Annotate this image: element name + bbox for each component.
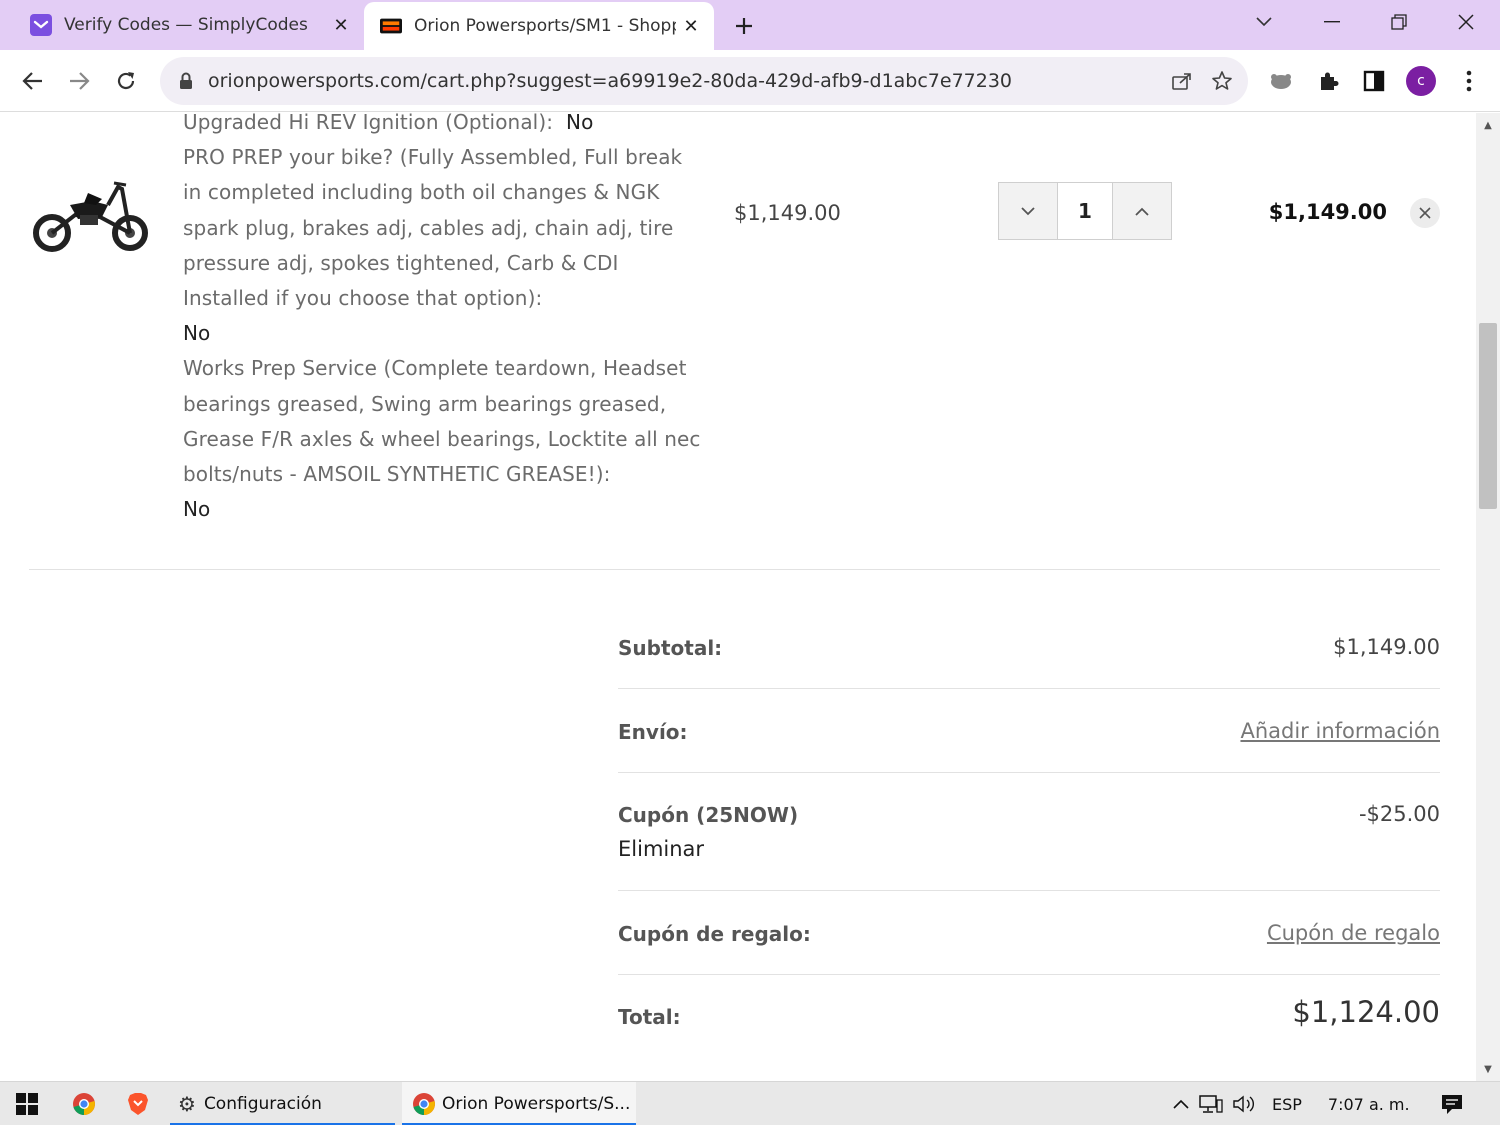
address-bar[interactable]: orionpowersports.com/cart.php?suggest=a6… [160, 57, 1248, 105]
tab-simplycodes[interactable]: Verify Codes — SimplyCodes ✕ [14, 0, 364, 50]
forward-arrow-icon[interactable] [60, 62, 98, 100]
remove-coupon-link[interactable]: Eliminar [618, 837, 704, 861]
menu-kebab-icon[interactable] [1450, 62, 1488, 100]
browser-toolbar: orionpowersports.com/cart.php?suggest=a6… [0, 50, 1500, 112]
divider [29, 569, 1440, 570]
option-works-prep: Works Prep Service (Complete teardown, H… [183, 356, 701, 522]
url-text[interactable]: orionpowersports.com/cart.php?suggest=a6… [208, 70, 1162, 92]
clock[interactable]: 7:07 a. m. [1328, 1095, 1410, 1114]
option-value: No [183, 497, 211, 522]
cart-page: Upgraded Hi REV Ignition (Optional): No … [0, 113, 1476, 1081]
total-value: $1,124.00 [1292, 995, 1440, 1029]
scroll-down-arrow-icon[interactable]: ▼ [1476, 1057, 1500, 1081]
bookmark-star-icon[interactable] [1202, 61, 1242, 101]
share-icon[interactable] [1162, 61, 1202, 101]
increase-quantity-button[interactable] [1113, 183, 1171, 239]
subtotal-label: Subtotal: [618, 636, 723, 660]
chrome-icon [412, 1092, 436, 1116]
minimize-icon[interactable] [1298, 0, 1366, 44]
scroll-up-arrow-icon[interactable]: ▲ [1476, 113, 1500, 137]
side-panel-icon[interactable] [1355, 62, 1393, 100]
gift-coupon-row: Cupón de regalo: Cupón de regalo [618, 891, 1440, 975]
option-value: No [183, 321, 211, 346]
tab-search-chevron-icon[interactable] [1230, 0, 1298, 44]
brave-icon[interactable] [120, 1086, 156, 1122]
notifications-icon[interactable] [1440, 1093, 1464, 1115]
reload-icon[interactable] [107, 62, 145, 100]
extensions-puzzle-icon[interactable] [1309, 62, 1347, 100]
remove-item-button[interactable] [1410, 198, 1440, 228]
system-tray: ESP 7:07 a. m. [1168, 1082, 1464, 1125]
chevron-down-icon [1021, 206, 1035, 215]
new-tab-button[interactable] [726, 8, 762, 44]
volume-icon[interactable] [1228, 1094, 1262, 1114]
subtotal-row: Subtotal: $1,149.00 [618, 603, 1440, 689]
windows-start-icon[interactable] [9, 1086, 45, 1122]
add-shipping-info-link[interactable]: Añadir información [1240, 719, 1440, 743]
chevron-up-icon [1135, 207, 1149, 216]
quantity-input[interactable]: 1 [1057, 183, 1113, 239]
back-arrow-icon[interactable] [14, 62, 52, 100]
gift-coupon-link[interactable]: Cupón de regalo [1267, 921, 1440, 945]
coupon-value: -$25.00 [1358, 802, 1440, 826]
tab-strip: Verify Codes — SimplyCodes ✕ Orion Power… [0, 0, 1500, 50]
total-row: Total: $1,124.00 [618, 975, 1440, 1081]
gear-icon: ⚙ [178, 1092, 196, 1116]
close-tab-icon[interactable]: ✕ [326, 10, 356, 40]
gift-coupon-label: Cupón de regalo: [618, 922, 811, 946]
coupon-label: Cupón (25NOW) [618, 803, 799, 827]
windows-taskbar: ⚙ Configuración Orion Powersports/S... E… [0, 1081, 1500, 1125]
close-icon [1419, 207, 1431, 219]
subtotal-value: $1,149.00 [1333, 635, 1440, 659]
quantity-stepper: 1 [998, 182, 1172, 240]
total-label: Total: [618, 1005, 681, 1029]
tab-orion[interactable]: Orion Powersports/SM1 - Shopping Cart ✕ [364, 2, 714, 50]
simplycodes-icon [30, 14, 52, 36]
shipping-label: Envío: [618, 720, 688, 744]
option-pro-prep: PRO PREP your bike? (Fully Assembled, Fu… [183, 145, 683, 346]
decrease-quantity-button[interactable] [999, 183, 1057, 239]
close-window-icon[interactable] [1432, 0, 1500, 44]
coupon-row: Cupón (25NOW) -$25.00 Eliminar [618, 773, 1440, 891]
option-ignition: Upgraded Hi REV Ignition (Optional): No [183, 113, 703, 140]
extension-animal-icon[interactable] [1262, 62, 1300, 100]
tab-title: Verify Codes — SimplyCodes [64, 15, 308, 35]
scroll-thumb[interactable] [1479, 323, 1497, 509]
product-options: Upgraded Hi REV Ignition (Optional): No … [183, 113, 703, 527]
tab-title: Orion Powersports/SM1 - Shopping Cart [414, 16, 676, 36]
close-tab-icon[interactable]: ✕ [676, 11, 706, 41]
chrome-icon[interactable] [66, 1086, 102, 1122]
restore-icon[interactable] [1365, 0, 1433, 44]
orion-icon [380, 15, 402, 37]
unit-price: $1,149.00 [734, 201, 841, 225]
shipping-row: Envío: Añadir información [618, 689, 1440, 773]
taskbar-settings-app[interactable]: ⚙ Configuración [170, 1082, 395, 1125]
profile-avatar[interactable]: c [1402, 62, 1440, 100]
taskbar-browser-app[interactable]: Orion Powersports/S... [402, 1082, 636, 1125]
network-icon[interactable] [1194, 1094, 1228, 1114]
line-total: $1,149.00 [1268, 200, 1387, 224]
option-value: No [566, 113, 594, 134]
chevron-up-icon[interactable] [1168, 1099, 1194, 1109]
language-indicator[interactable]: ESP [1272, 1095, 1302, 1114]
page-scrollbar[interactable]: ▲ ▼ [1476, 113, 1500, 1081]
product-image[interactable] [30, 175, 150, 255]
lock-icon[interactable] [176, 72, 196, 90]
